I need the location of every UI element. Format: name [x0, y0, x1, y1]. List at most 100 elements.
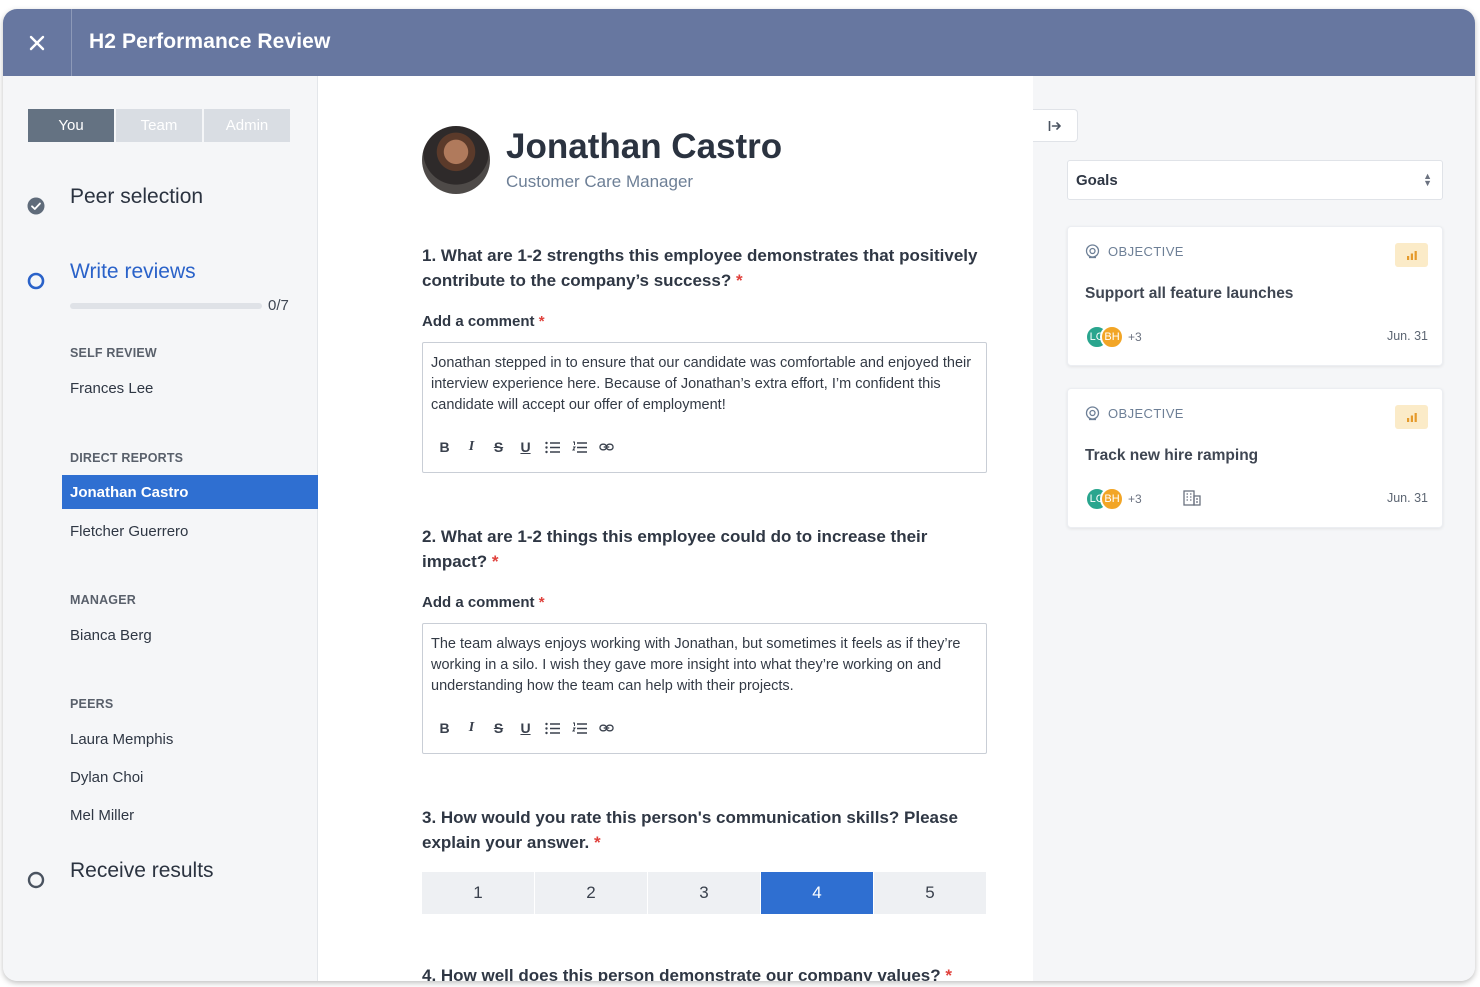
- goal-due-date: Jun. 31: [1386, 329, 1428, 343]
- goal-type-label: OBJECTIVE: [1108, 406, 1184, 421]
- more-owners-count: +3: [1128, 492, 1142, 506]
- comment-text: Jonathan stepped in to ensure that our c…: [431, 355, 972, 413]
- progress-badge-icon: [1395, 243, 1428, 267]
- required-marker: *: [538, 594, 545, 611]
- comment-label: Add a comment *: [422, 594, 545, 611]
- link-icon[interactable]: [599, 442, 614, 452]
- italic-button[interactable]: I: [464, 720, 479, 736]
- circle-outline-icon: [27, 871, 45, 889]
- question-2: 2. What are 1-2 things this employee cou…: [422, 524, 942, 574]
- target-icon: [1085, 244, 1100, 259]
- question-text: 4. How well does this person demonstrate…: [422, 966, 941, 981]
- question-1: 1. What are 1-2 strengths this employee …: [422, 243, 992, 293]
- person-laura-memphis[interactable]: Laura Memphis: [70, 731, 173, 748]
- required-marker: *: [735, 271, 743, 290]
- underline-button[interactable]: U: [518, 720, 533, 736]
- target-icon: [1085, 406, 1100, 421]
- goal-card[interactable]: OBJECTIVE Support all feature launches L…: [1067, 226, 1443, 366]
- comment-label-text: Add a comment: [422, 313, 535, 330]
- building-icon: [1183, 490, 1201, 511]
- goal-due-date: Jun. 31: [1386, 491, 1428, 505]
- required-marker: *: [491, 552, 499, 571]
- goal-title: Track new hire ramping: [1085, 447, 1259, 464]
- rating-option-5[interactable]: 5: [874, 872, 986, 914]
- rating-option-1[interactable]: 1: [422, 872, 534, 914]
- step-receive-results[interactable]: Receive results: [27, 859, 214, 889]
- group-label-direct-reports: DIRECT REPORTS: [70, 451, 184, 465]
- question-3: 3. How would you rate this person's comm…: [422, 805, 982, 855]
- goals-select-value: Goals: [1076, 171, 1118, 189]
- view-tabs: You Team Admin: [28, 109, 292, 142]
- group-label-self-review: SELF REVIEW: [70, 346, 157, 360]
- step-label: Receive results: [70, 859, 214, 882]
- tab-you[interactable]: You: [28, 109, 114, 142]
- review-window: H2 Performance Review You Team Admin Pee…: [3, 9, 1475, 981]
- comment-label-text: Add a comment: [422, 594, 535, 611]
- bold-button[interactable]: B: [437, 720, 452, 736]
- group-label-manager: MANAGER: [70, 593, 136, 607]
- more-owners-count: +3: [1128, 330, 1142, 344]
- goals-select[interactable]: Goals ▲ ▼: [1067, 160, 1443, 200]
- avatar: BH: [1100, 325, 1124, 349]
- strikethrough-button[interactable]: S: [491, 720, 506, 736]
- employee-name: Jonathan Castro: [506, 127, 783, 166]
- comment-text: The team always enjoys working with Jona…: [431, 636, 961, 694]
- link-icon[interactable]: [599, 723, 614, 733]
- person-fletcher-guerrero[interactable]: Fletcher Guerrero: [70, 523, 188, 540]
- comment-field-1[interactable]: Jonathan stepped in to ensure that our c…: [422, 342, 987, 473]
- rich-text-toolbar: B I S U: [437, 720, 626, 736]
- step-peer-selection[interactable]: Peer selection: [27, 185, 203, 215]
- person-dylan-choi[interactable]: Dylan Choi: [70, 769, 143, 786]
- required-marker: *: [945, 966, 952, 981]
- question-text: 3. How would you rate this person's comm…: [422, 808, 958, 852]
- numbered-list-icon[interactable]: [572, 722, 587, 735]
- comment-field-2[interactable]: The team always enjoys working with Jona…: [422, 623, 987, 754]
- goal-card[interactable]: OBJECTIVE Track new hire ramping LG BH +…: [1067, 388, 1443, 528]
- bullet-list-icon[interactable]: [545, 722, 560, 735]
- rating-option-3[interactable]: 3: [648, 872, 760, 914]
- select-arrows-icon: ▲ ▼: [1423, 171, 1432, 188]
- rich-text-toolbar: B I S U: [437, 439, 626, 455]
- avatar: [422, 126, 490, 194]
- required-marker: *: [593, 833, 601, 852]
- bold-button[interactable]: B: [437, 439, 452, 455]
- progress-badge-icon: [1395, 405, 1428, 429]
- step-label: Peer selection: [70, 185, 204, 208]
- person-jonathan-castro[interactable]: Jonathan Castro: [62, 475, 318, 509]
- review-progress-count: 0/7: [268, 297, 289, 314]
- comment-label: Add a comment *: [422, 313, 545, 330]
- review-progress-bar: [70, 303, 262, 309]
- goal-title: Support all feature launches: [1085, 285, 1294, 302]
- goal-owners: LG BH +3: [1085, 487, 1142, 511]
- rating-option-2[interactable]: 2: [535, 872, 647, 914]
- numbered-list-icon[interactable]: [572, 441, 587, 454]
- step-write-reviews[interactable]: Write reviews: [27, 260, 196, 290]
- check-circle-icon: [27, 197, 45, 215]
- avatar: BH: [1100, 487, 1124, 511]
- goal-type: OBJECTIVE: [1085, 244, 1184, 259]
- goal-type-label: OBJECTIVE: [1108, 244, 1184, 259]
- employee-role: Customer Care Manager: [506, 172, 694, 191]
- goal-owners: LG BH +3: [1085, 325, 1142, 349]
- tab-team[interactable]: Team: [116, 109, 202, 142]
- underline-button[interactable]: U: [518, 439, 533, 455]
- tab-admin[interactable]: Admin: [204, 109, 290, 142]
- person-mel-miller[interactable]: Mel Miller: [70, 807, 134, 824]
- page-title: H2 Performance Review: [89, 30, 331, 53]
- person-bianca-berg[interactable]: Bianca Berg: [70, 627, 152, 644]
- collapse-arrow-icon: [1048, 120, 1061, 131]
- goal-type: OBJECTIVE: [1085, 406, 1184, 421]
- close-button[interactable]: [3, 9, 72, 76]
- bullet-list-icon[interactable]: [545, 441, 560, 454]
- strikethrough-button[interactable]: S: [491, 439, 506, 455]
- italic-button[interactable]: I: [464, 439, 479, 455]
- review-form: Jonathan Castro Customer Care Manager 1.…: [318, 76, 1033, 981]
- question-text: 1. What are 1-2 strengths this employee …: [422, 246, 978, 290]
- rating-option-4[interactable]: 4: [761, 872, 873, 914]
- goals-panel: Goals ▲ ▼ OBJECTIVE Support all feature l…: [1033, 76, 1475, 981]
- required-marker: *: [538, 313, 545, 330]
- circle-outline-icon: [27, 272, 45, 290]
- person-frances-lee[interactable]: Frances Lee: [70, 380, 153, 397]
- collapse-panel-button[interactable]: [1033, 109, 1078, 142]
- group-label-peers: PEERS: [70, 697, 114, 711]
